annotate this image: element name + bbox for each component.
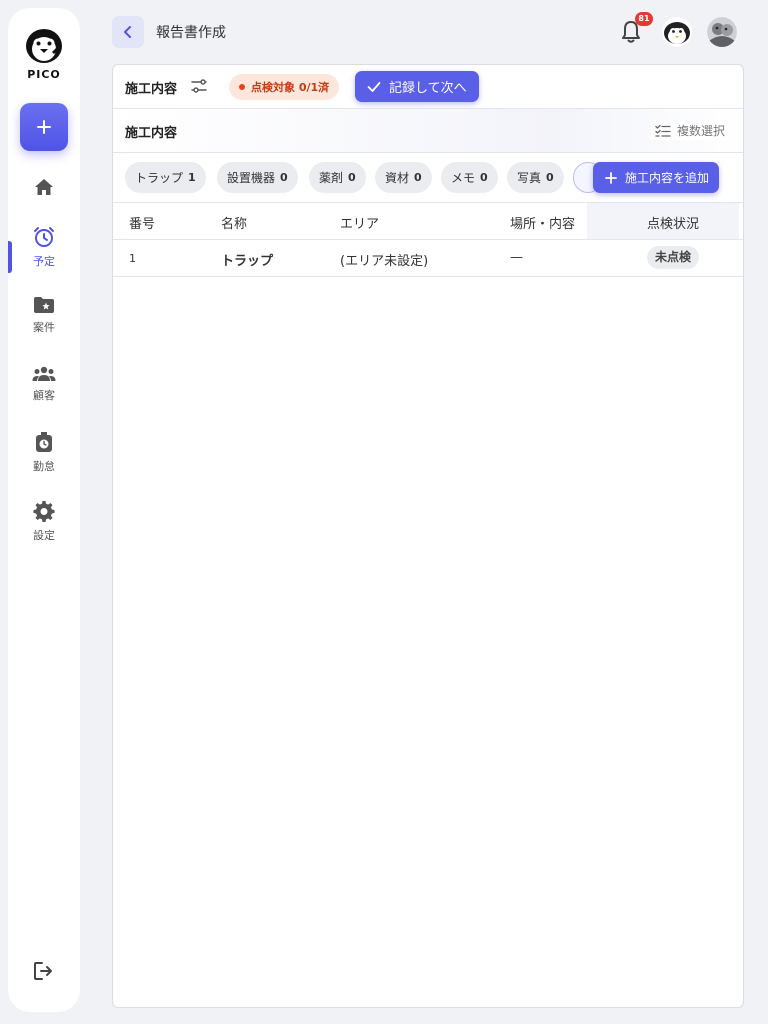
sidebar-item-label: 予定 [33, 255, 55, 268]
column-header-area: エリア [340, 217, 380, 232]
column-header-number: 番号 [129, 217, 156, 232]
folder-star-icon [34, 297, 54, 313]
sidebar-item-attendance[interactable]: 勤怠 [8, 431, 80, 474]
back-button[interactable] [112, 16, 144, 48]
plus-icon [605, 171, 617, 184]
checklist-icon [655, 124, 671, 137]
chip-label: 写真 [517, 171, 542, 185]
chip-equipment[interactable]: 設置機器 0 [217, 162, 298, 193]
chip-label: 資材 [385, 171, 410, 185]
inspection-status-chip: 未点検 [647, 246, 700, 269]
gear-icon [33, 501, 55, 522]
users-icon [32, 366, 56, 381]
add-content-button[interactable]: 施工内容を追加 [593, 162, 720, 193]
cell-location: — [510, 250, 523, 265]
sidebar-item-label: 案件 [33, 321, 55, 334]
chip-chemical[interactable]: 薬剤 0 [309, 162, 366, 193]
penguin-avatar-icon [662, 17, 692, 47]
category-chips: トラップ 1 設置機器 0 薬剤 0 資材 0 メモ 0 写真 0 施工内容を追加 [113, 153, 743, 203]
logout-icon [34, 962, 52, 980]
user-photo-icon [707, 17, 737, 47]
filter-button[interactable] [191, 78, 207, 98]
home-icon [35, 179, 53, 195]
chip-count: 0 [414, 171, 422, 184]
app-logo[interactable]: PICO [8, 26, 80, 81]
sidebar-item-schedule[interactable]: 予定 [8, 226, 80, 269]
table-row[interactable]: 1 トラップ (エリア未設定) — 未点検 [113, 240, 743, 277]
chip-label: 薬剤 [319, 171, 344, 185]
column-header-location: 場所・内容 [510, 217, 576, 232]
subheader-title: 施工内容 [125, 126, 178, 141]
report-panel: 施工内容 点検対象 0/1済 記録して次へ 施工内容 複数選択 トラップ 1 設… [112, 64, 744, 1008]
column-header-name: 名称 [221, 217, 248, 232]
sidebar-item-label: 勤怠 [33, 460, 55, 473]
timecard-icon [36, 432, 52, 452]
chip-label: トラップ [135, 171, 184, 185]
plus-icon [37, 120, 51, 134]
chip-count: 0 [280, 171, 288, 184]
multi-select-button[interactable]: 複数選択 [650, 121, 729, 140]
multi-select-label: 複数選択 [676, 124, 725, 138]
user-avatar[interactable] [707, 17, 737, 47]
toolbar: 施工内容 点検対象 0/1済 記録して次へ [113, 65, 743, 109]
chip-count: 1 [188, 171, 196, 184]
chip-label: メモ [451, 171, 476, 185]
section-title: 施工内容 [125, 82, 178, 97]
sidebar-item-home[interactable] [8, 178, 80, 201]
chip-material[interactable]: 資材 0 [375, 162, 432, 193]
chip-trap[interactable]: トラップ 1 [125, 162, 206, 193]
content-subheader: 施工内容 複数選択 [113, 109, 743, 153]
sidebar-item-label: 顧客 [33, 389, 55, 402]
chip-count: 0 [480, 171, 488, 184]
notification-badge: 81 [635, 12, 653, 26]
chip-count: 0 [348, 171, 356, 184]
column-header-status: 点検状況 [647, 217, 700, 232]
inspection-status-badge: 点検対象 0/1済 [229, 74, 340, 100]
sidebar-item-settings[interactable]: 設定 [8, 500, 80, 543]
sidebar-item-projects[interactable]: 案件 [8, 296, 80, 335]
record-next-label: 記録して次へ [389, 81, 467, 96]
add-content-label: 施工内容を追加 [625, 171, 710, 185]
cell-name: トラップ [221, 254, 274, 269]
record-next-button[interactable]: 記録して次へ [355, 71, 479, 102]
sidebar-item-label: 設定 [33, 529, 55, 542]
inspection-status-text: 点検対象 0/1済 [251, 81, 330, 94]
sliders-icon [191, 79, 207, 93]
chip-memo[interactable]: メモ 0 [441, 162, 498, 193]
penguin-logo-icon [26, 29, 62, 63]
table-header: 番号 名称 エリア 場所・内容 点検状況 [113, 203, 743, 240]
chip-photo[interactable]: 写真 0 [507, 162, 564, 193]
penguin-avatar[interactable] [662, 17, 692, 47]
logout-button[interactable] [32, 960, 54, 986]
chip-label: 設置機器 [227, 171, 276, 185]
check-icon [367, 81, 381, 92]
chevron-left-icon [124, 26, 131, 38]
sidebar: PICO 予定 案件 顧客 勤怠 設定 [8, 8, 80, 1012]
cell-area: (エリア未設定) [340, 254, 429, 269]
chip-count: 0 [546, 171, 554, 184]
cell-number: 1 [129, 252, 136, 265]
logo-text: PICO [27, 68, 61, 81]
status-dot-icon [239, 84, 245, 90]
alarm-clock-icon [34, 227, 54, 247]
page-title: 報告書作成 [156, 25, 226, 41]
sidebar-item-customers[interactable]: 顧客 [8, 366, 80, 403]
add-new-button[interactable] [20, 103, 68, 151]
